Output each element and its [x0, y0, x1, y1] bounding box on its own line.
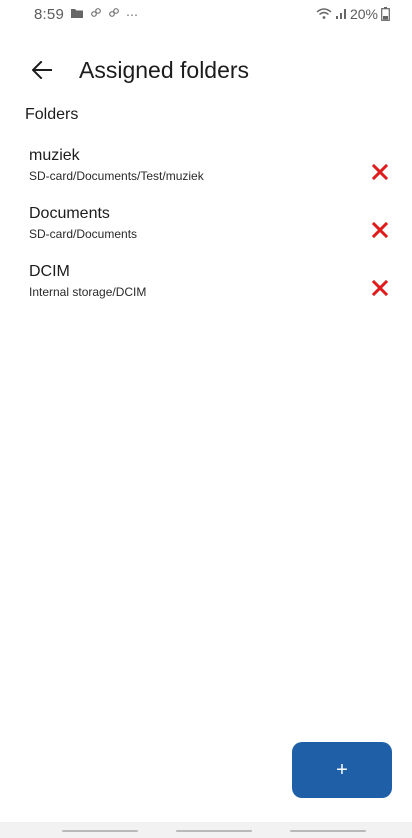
- folder-path: Internal storage/DCIM: [29, 285, 147, 299]
- section-header: Folders: [25, 106, 79, 123]
- close-icon: [372, 164, 388, 180]
- nav-back-button[interactable]: [290, 830, 366, 832]
- status-left: 8:59 ⋯: [34, 6, 138, 23]
- folder-path: SD-card/Documents/Test/muziek: [29, 169, 204, 183]
- status-right: 20%: [316, 6, 390, 22]
- navigation-bar: [0, 822, 412, 838]
- more-indicator: ⋯: [126, 7, 138, 22]
- screen: 8:59 ⋯ 20% Assigned folders Folders muzi…: [0, 0, 412, 838]
- list-item[interactable]: muziek SD-card/Documents/Test/muziek: [0, 146, 412, 204]
- remove-folder-button[interactable]: [368, 160, 392, 184]
- remove-folder-button[interactable]: [368, 218, 392, 242]
- page-title: Assigned folders: [79, 57, 250, 83]
- signal-icon: [335, 8, 347, 20]
- back-button[interactable]: [26, 54, 58, 86]
- folder-name: DCIM: [29, 263, 70, 280]
- nav-home-button[interactable]: [176, 830, 252, 832]
- close-icon: [372, 222, 388, 238]
- folder-name: Documents: [29, 205, 110, 222]
- fab-label: +: [336, 758, 348, 781]
- folder-icon: [70, 7, 84, 22]
- status-bar: 8:59 ⋯ 20%: [0, 0, 412, 30]
- battery-level: 20%: [349, 6, 378, 22]
- folder-path: SD-card/Documents: [29, 227, 138, 241]
- link-icon: [108, 7, 120, 22]
- folder-list: muziek SD-card/Documents/Test/muziek Doc…: [0, 146, 412, 320]
- battery-icon: [381, 7, 390, 21]
- list-item[interactable]: Documents SD-card/Documents: [0, 204, 412, 262]
- close-icon: [372, 280, 388, 296]
- link-icon: [90, 7, 102, 22]
- nav-recent-button[interactable]: [62, 830, 138, 832]
- app-bar: Assigned folders: [0, 50, 412, 90]
- arrow-left-icon: [32, 61, 52, 79]
- folder-name: muziek: [29, 147, 80, 164]
- status-time: 8:59: [34, 6, 64, 23]
- wifi-icon: [316, 7, 332, 21]
- remove-folder-button[interactable]: [368, 276, 392, 300]
- add-folder-button[interactable]: +: [292, 742, 392, 798]
- list-item[interactable]: DCIM Internal storage/DCIM: [0, 262, 412, 320]
